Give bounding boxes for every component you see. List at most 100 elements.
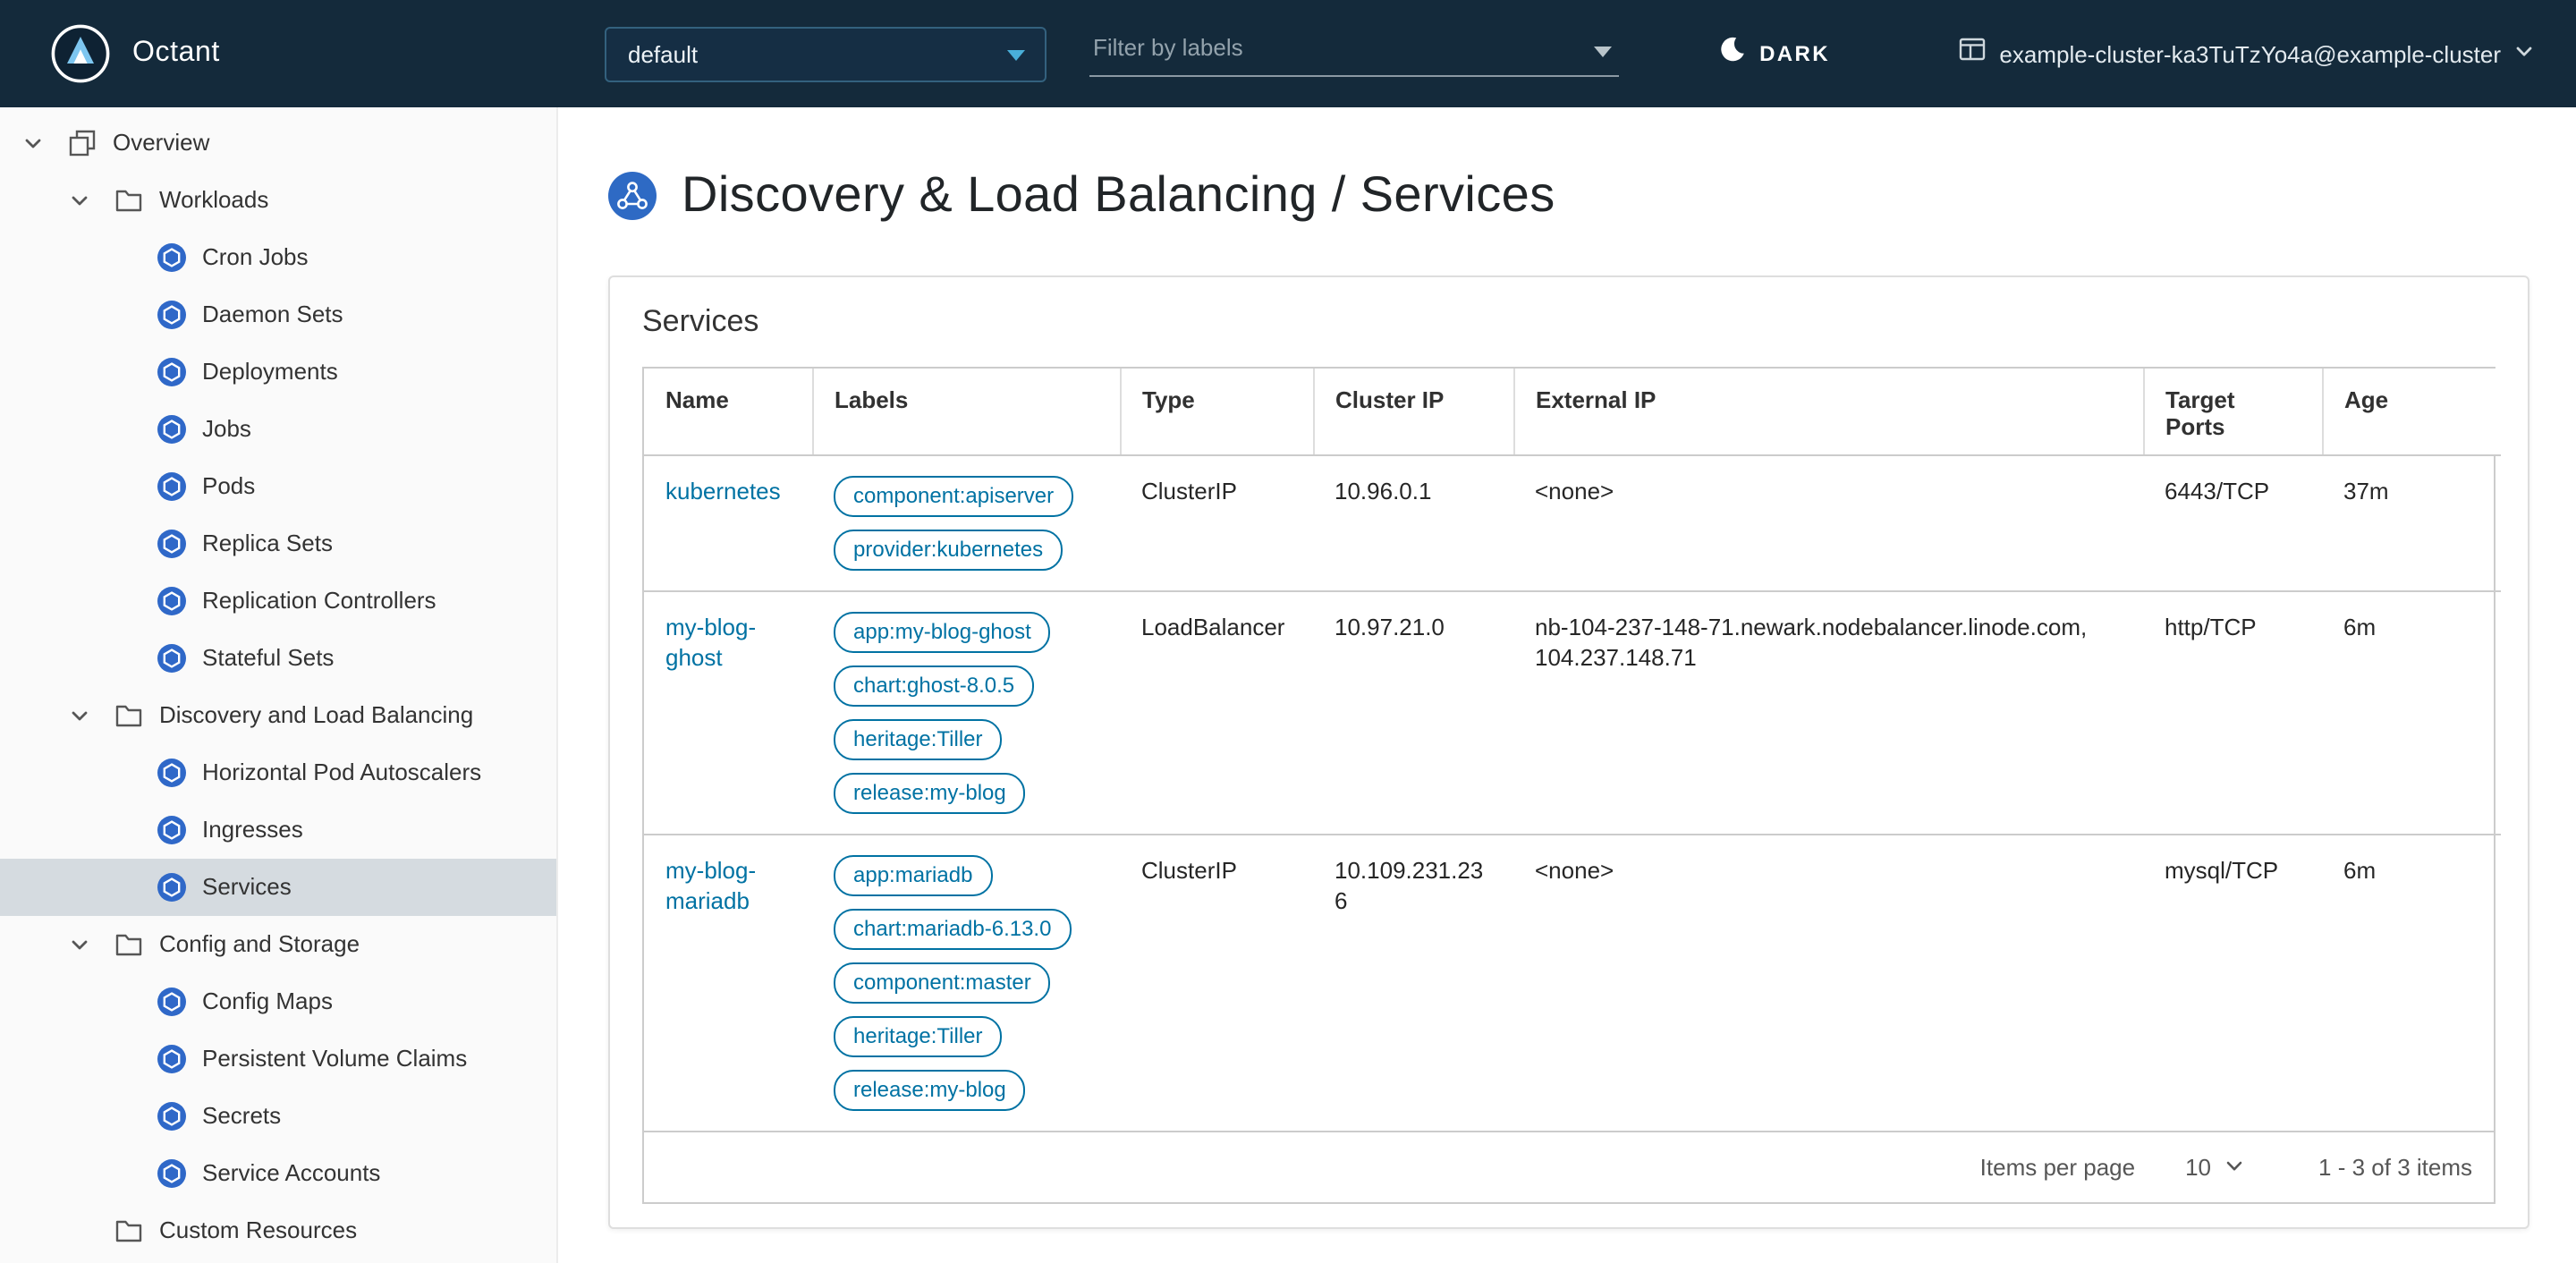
column-header-labels: Labels [812, 369, 1121, 455]
sidebar-item-deployments[interactable]: Deployments [0, 343, 556, 401]
cell-age: 37m [2343, 477, 2389, 504]
column-header-target-ports: Target Ports [2143, 369, 2323, 455]
cell-labels: app:mariadb chart:mariadb-6.13.0 component… [812, 834, 1120, 1130]
k8s-resource-icon [157, 472, 186, 501]
cell-name: my-blog-ghost [644, 590, 812, 834]
theme-toggle-label: DARK [1759, 41, 1830, 66]
cell-name: my-blog-mariadb [644, 834, 812, 1130]
context-switcher[interactable]: example-cluster-ka3TuTzYo4a@example-clus… [1958, 0, 2533, 107]
organization-icon [1958, 38, 1985, 70]
label-pill[interactable]: chart:mariadb-6.13.0 [834, 908, 1072, 949]
k8s-resource-icon [157, 587, 186, 615]
k8s-resource-icon [157, 1102, 186, 1131]
sidebar-item-label: Pods [202, 472, 256, 499]
chevron-down-icon[interactable] [21, 132, 43, 154]
sidebar-item-jobs[interactable]: Jobs [0, 401, 556, 458]
sidebar-item-persistent-volume-claims[interactable]: Persistent Volume Claims [0, 1030, 556, 1088]
sidebar-item-label: Secrets [202, 1102, 282, 1129]
table-row-my-blog-ghost: my-blog-ghost app:my-blog-ghost chart:ghos… [644, 590, 2501, 834]
label-pill[interactable]: app:mariadb [834, 854, 993, 895]
app-title: Octant [132, 38, 220, 68]
sidebar-item-horizontal-pod-autoscalers[interactable]: Horizontal Pod Autoscalers [0, 744, 556, 801]
sidebar-item-daemon-sets[interactable]: Daemon Sets [0, 286, 556, 343]
column-header-name: Name [644, 369, 813, 455]
sidebar-item-ingresses[interactable]: Ingresses [0, 801, 556, 859]
cell-name: kubernetes [644, 454, 812, 590]
sidebar-item-custom-resources[interactable]: Custom Resources [0, 1202, 556, 1259]
k8s-resource-icon [157, 1159, 186, 1188]
namespace-dropdown[interactable]: default [605, 27, 1046, 82]
sidebar-item-services[interactable]: Services [0, 859, 556, 916]
cell-age: 6m [2343, 613, 2377, 640]
column-header-age: Age [2322, 369, 2501, 455]
chevron-down-icon [2225, 1157, 2243, 1175]
sidebar-item-label: Config and Storage [159, 930, 360, 957]
chevron-down-icon[interactable] [68, 705, 89, 726]
folder-icon [114, 186, 143, 215]
label-pill[interactable]: component:apiserver [834, 475, 1074, 516]
table-row-kubernetes: kubernetes component:apiserver provider:ku… [644, 454, 2501, 590]
services-table: Name Labels Type Cluster IP External IP Targe… [644, 369, 2501, 1130]
sidebar-item-stateful-sets[interactable]: Stateful Sets [0, 630, 556, 687]
label-pill[interactable]: heritage:Tiller [834, 718, 1003, 759]
sidebar-item-secrets[interactable]: Secrets [0, 1088, 556, 1145]
label-pill[interactable]: release:my-blog [834, 1069, 1026, 1110]
service-name-link[interactable]: kubernetes [665, 477, 781, 504]
k8s-resource-icon [157, 644, 186, 673]
items-per-page-value: 10 [2185, 1153, 2212, 1180]
sidebar-item-service-accounts[interactable]: Service Accounts [0, 1145, 556, 1202]
items-per-page-select[interactable]: 10 [2185, 1153, 2243, 1180]
folder-icon [114, 701, 143, 730]
label-pill[interactable]: chart:ghost-8.0.5 [834, 665, 1035, 706]
sidebar-item-label: Daemon Sets [202, 301, 343, 327]
sidebar-item-replication-controllers[interactable]: Replication Controllers [0, 572, 556, 630]
k8s-resource-icon [157, 530, 186, 558]
chevron-down-icon [1007, 50, 1025, 61]
service-name-link[interactable]: my-blog-ghost [665, 613, 756, 670]
k8s-resource-icon [157, 988, 186, 1016]
octant-logo-icon[interactable] [50, 23, 111, 84]
theme-toggle-button[interactable]: DARK [1718, 0, 1830, 107]
sidebar-item-discovery-and-load-balancing[interactable]: Discovery and Load Balancing [0, 687, 556, 744]
sidebar-item-label: Horizontal Pod Autoscalers [202, 759, 482, 785]
overview-icon [68, 129, 97, 157]
load-balancer-icon [608, 171, 657, 219]
label-filter [1089, 27, 1619, 81]
label-pill[interactable]: provider:kubernetes [834, 529, 1063, 570]
chevron-down-icon[interactable] [1594, 47, 1612, 57]
datagrid-footer: Items per page 10 1 - 3 of 3 items [644, 1130, 2494, 1201]
service-name-link[interactable]: my-blog-mariadb [665, 856, 756, 913]
sidebar-item-overview[interactable]: Overview [0, 114, 556, 172]
sidebar-item-label: Service Accounts [202, 1159, 381, 1186]
label-pill[interactable]: heritage:Tiller [834, 1015, 1003, 1056]
caret-spacer [68, 1220, 89, 1242]
sidebar-item-config-maps[interactable]: Config Maps [0, 973, 556, 1030]
label-filter-input[interactable] [1089, 27, 1619, 77]
sidebar-item-label: Deployments [202, 358, 338, 385]
sidebar-item-pods[interactable]: Pods [0, 458, 556, 515]
label-pill[interactable]: release:my-blog [834, 772, 1026, 813]
sidebar-item-workloads[interactable]: Workloads [0, 172, 556, 229]
column-header-external-ip: External IP [1513, 369, 2144, 455]
cell-cluster-ip: 10.96.0.1 [1335, 477, 1432, 504]
cell-type: ClusterIP [1141, 477, 1237, 504]
cell-target-ports: http/TCP [2165, 613, 2257, 640]
items-per-page-label: Items per page [1979, 1153, 2136, 1180]
k8s-resource-icon [157, 759, 186, 787]
sidebar-item-cron-jobs[interactable]: Cron Jobs [0, 229, 556, 286]
sidebar-item-config-and-storage[interactable]: Config and Storage [0, 916, 556, 973]
chevron-down-icon[interactable] [68, 934, 89, 955]
folder-icon [114, 930, 143, 959]
cell-cluster-ip: 10.97.21.0 [1335, 613, 1445, 640]
label-pill[interactable]: component:master [834, 962, 1051, 1003]
column-header-cluster-ip: Cluster IP [1313, 369, 1514, 455]
sidebar-item-label: Discovery and Load Balancing [159, 701, 474, 728]
chevron-down-icon [2515, 38, 2533, 70]
chevron-down-icon[interactable] [68, 190, 89, 211]
label-pill[interactable]: app:my-blog-ghost [834, 611, 1051, 652]
sidebar-item-replica-sets[interactable]: Replica Sets [0, 515, 556, 572]
context-label: example-cluster-ka3TuTzYo4a@example-clus… [1999, 40, 2501, 67]
k8s-resource-icon [157, 415, 186, 444]
services-table-body: kubernetes component:apiserver provider:ku… [644, 454, 2501, 1130]
cell-labels: component:apiserver provider:kubernetes [812, 454, 1120, 590]
